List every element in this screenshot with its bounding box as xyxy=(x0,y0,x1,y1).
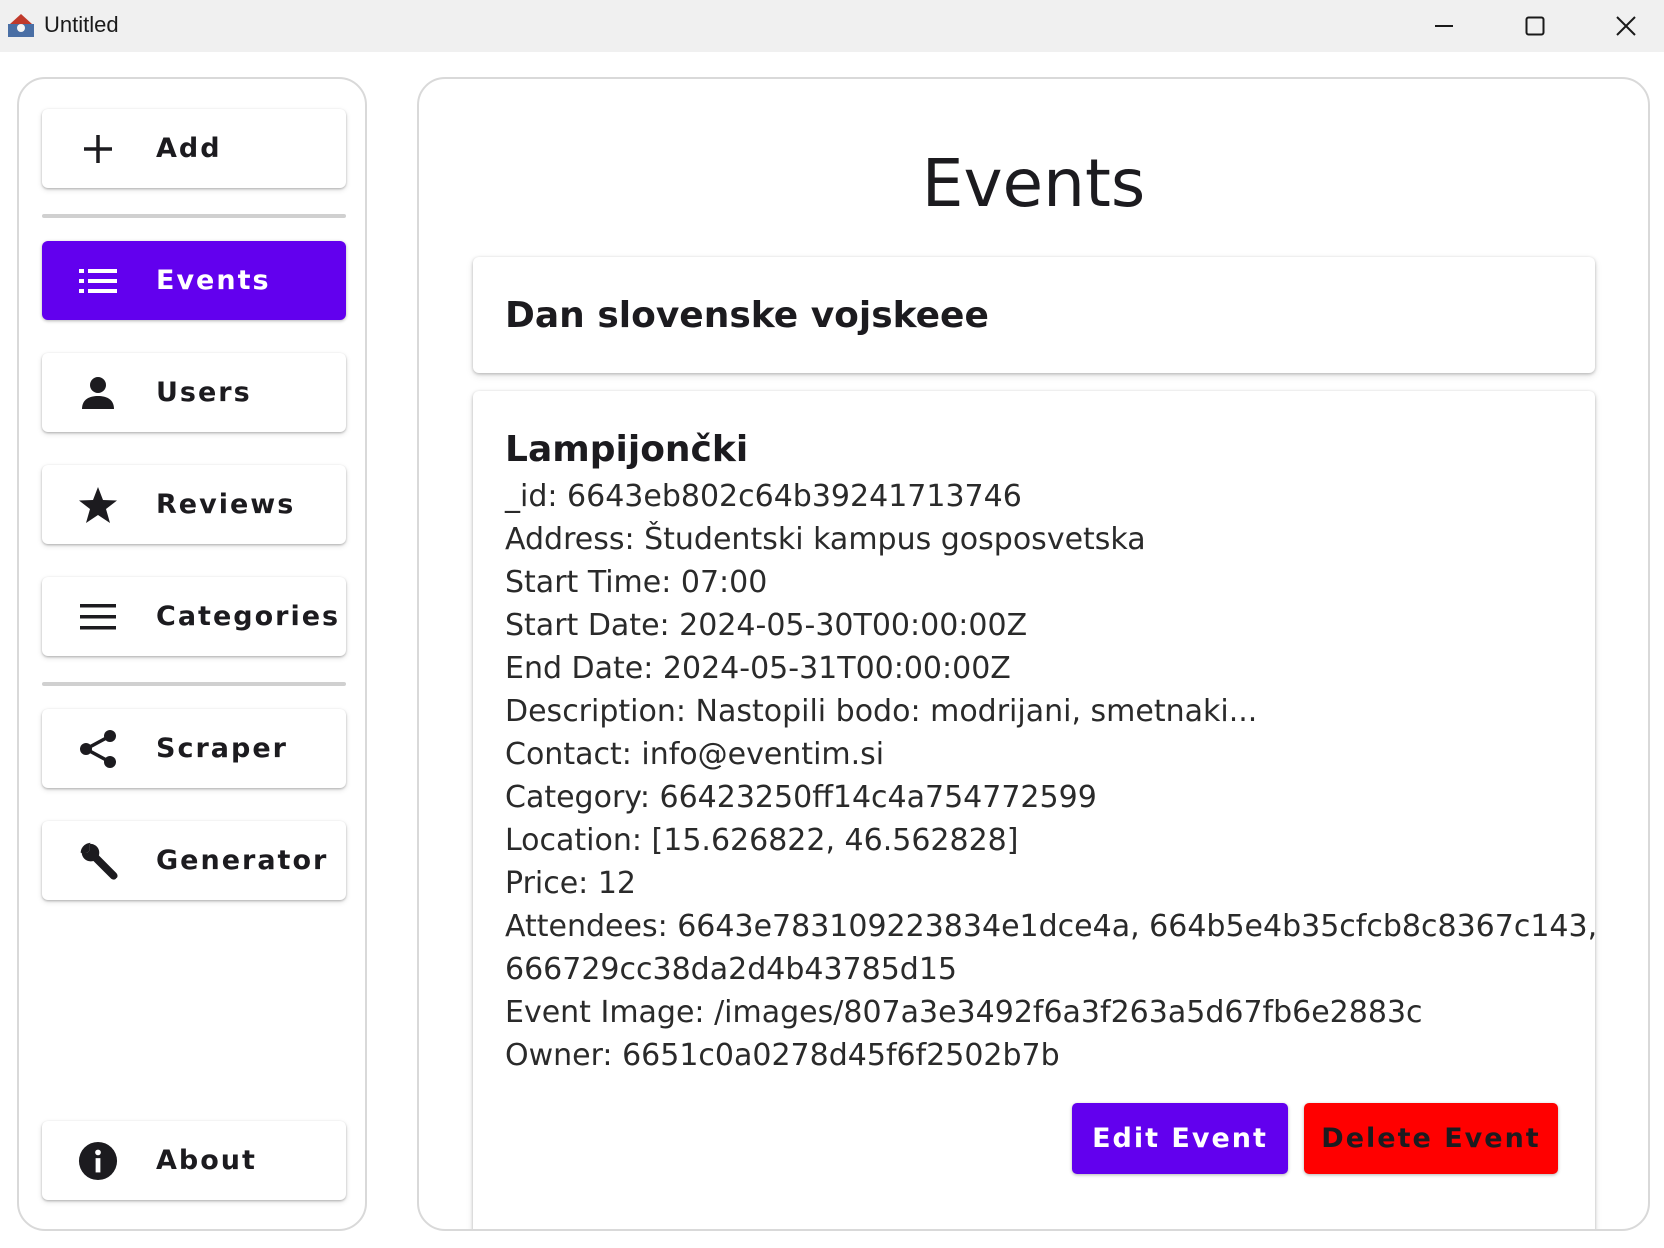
sidebar-divider xyxy=(42,214,346,218)
app-icon xyxy=(8,14,34,37)
event-owner: Owner: 6651c0a0278d45f6f2502b7b xyxy=(505,1038,1060,1073)
sidebar-divider xyxy=(42,682,346,686)
minimize-button[interactable] xyxy=(1398,0,1490,52)
event-category: Category: 66423250ff14c4a754772599 xyxy=(505,780,1097,815)
plus-icon xyxy=(78,129,118,169)
sidebar-item-label: Events xyxy=(156,265,271,296)
event-image: Event Image: /images/807a3e3492f6a3f263a… xyxy=(505,995,1423,1030)
event-address: Address: Študentski kampus gosposvetska xyxy=(505,522,1146,557)
page-title: Events xyxy=(921,145,1146,222)
share-icon xyxy=(78,729,118,769)
minimize-icon xyxy=(1435,25,1453,27)
menu-icon xyxy=(78,597,118,637)
sidebar-item-label: Categories xyxy=(156,601,341,632)
event-start-time: Start Time: 07:00 xyxy=(505,565,768,600)
list-icon xyxy=(78,261,118,301)
event-attendees-continued: 666729cc38da2d4b43785d15 xyxy=(505,952,958,987)
event-location: Location: [15.626822, 46.562828] xyxy=(505,823,1019,858)
window-title: Untitled xyxy=(44,12,119,37)
maximize-button[interactable] xyxy=(1489,0,1581,52)
sidebar-item-events[interactable]: Events xyxy=(42,241,346,320)
close-icon xyxy=(1616,16,1636,36)
sidebar-item-about[interactable]: About xyxy=(42,1121,346,1200)
event-attendees: Attendees: 6643e783109223834e1dce4a, 664… xyxy=(505,909,1598,944)
sidebar-item-label: About xyxy=(156,1145,257,1176)
event-details: _id: 6643eb802c64b39241713746 Address: Š… xyxy=(505,475,1598,1077)
add-label: Add xyxy=(156,133,222,164)
star-icon xyxy=(78,485,118,525)
sidebar-item-scraper[interactable]: Scraper xyxy=(42,709,346,788)
sidebar-item-label: Generator xyxy=(156,845,329,876)
delete-event-button[interactable]: Delete Event xyxy=(1304,1103,1558,1174)
event-title: Lampijončki xyxy=(505,429,749,470)
edit-event-button[interactable]: Edit Event xyxy=(1072,1103,1288,1174)
sidebar: Add Events Users Reviews Categories Scra… xyxy=(17,77,367,1231)
info-icon xyxy=(78,1141,118,1181)
window-titlebar: Untitled xyxy=(0,0,1664,52)
event-description: Description: Nastopili bodo: modrijani, … xyxy=(505,694,1258,729)
event-card: Lampijončki _id: 6643eb802c64b3924171374… xyxy=(473,391,1598,1229)
sidebar-item-label: Users xyxy=(156,377,252,408)
main-panel: Events Dan slovenske vojskeee Lampijončk… xyxy=(417,77,1650,1231)
sidebar-item-generator[interactable]: Generator xyxy=(42,821,346,900)
maximize-icon xyxy=(1525,16,1545,36)
sidebar-item-categories[interactable]: Categories xyxy=(42,577,346,656)
person-icon xyxy=(78,373,118,413)
sidebar-item-reviews[interactable]: Reviews xyxy=(42,465,346,544)
event-contact: Contact: info@eventim.si xyxy=(505,737,885,772)
wrench-icon xyxy=(78,841,118,881)
event-card[interactable]: Dan slovenske vojskeee xyxy=(473,257,1595,373)
event-start-date: Start Date: 2024-05-30T00:00:00Z xyxy=(505,608,1028,643)
close-button[interactable] xyxy=(1580,0,1664,52)
event-id: _id: 6643eb802c64b39241713746 xyxy=(505,479,1022,514)
sidebar-item-label: Reviews xyxy=(156,489,296,520)
sidebar-item-users[interactable]: Users xyxy=(42,353,346,432)
event-end-date: End Date: 2024-05-31T00:00:00Z xyxy=(505,651,1011,686)
sidebar-item-label: Scraper xyxy=(156,733,288,764)
event-price: Price: 12 xyxy=(505,866,637,901)
add-button[interactable]: Add xyxy=(42,109,346,188)
event-title: Dan slovenske vojskeee xyxy=(505,295,989,336)
